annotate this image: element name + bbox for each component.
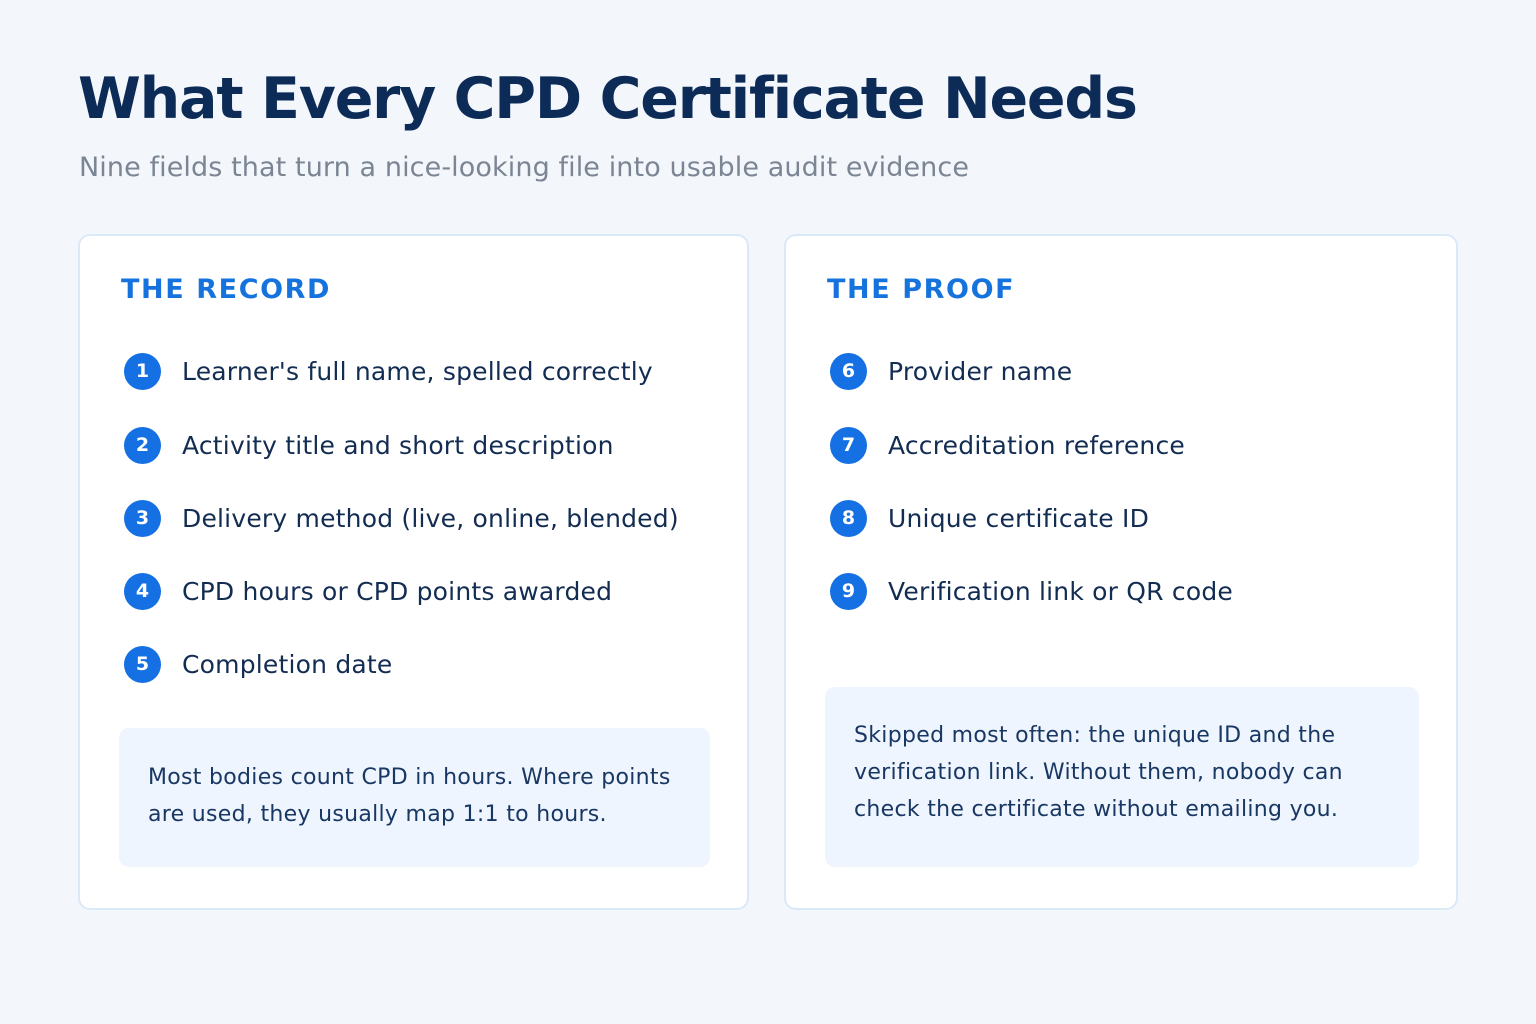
page-title: What Every CPD Certificate Needs — [78, 66, 1138, 132]
proof-item-7: 7 Accreditation reference — [830, 426, 1185, 464]
proof-item-8: 8 Unique certificate ID — [830, 499, 1149, 537]
number-badge-8: 8 — [830, 499, 867, 537]
proof-item-label: Unique certificate ID — [888, 503, 1150, 533]
record-item-label: CPD hours or CPD points awarded — [182, 576, 613, 606]
proof-item-6: 6 Provider name — [830, 352, 1072, 390]
proof-item-9: 9 Verification link or QR code — [830, 572, 1233, 610]
proof-item-label: Provider name — [888, 356, 1073, 386]
record-item-label: Learner's full name, spelled correctly — [182, 356, 653, 386]
record-note: Most bodies count CPD in hours. Where po… — [119, 728, 710, 867]
record-item-3: 3 Delivery method (live, online, blended… — [124, 499, 679, 537]
number-badge-4: 4 — [124, 572, 161, 610]
number-badge-2: 2 — [124, 426, 161, 464]
record-item-label: Completion date — [182, 649, 393, 679]
number-badge-1: 1 — [124, 352, 161, 390]
number-badge-7: 7 — [830, 426, 867, 464]
record-item-label: Activity title and short description — [182, 430, 614, 460]
record-card-heading: THE RECORD — [121, 274, 332, 305]
proof-note: Skipped most often: the unique ID and th… — [825, 687, 1419, 867]
proof-card-heading: THE PROOF — [827, 274, 1016, 305]
record-item-label: Delivery method (live, online, blended) — [182, 503, 679, 533]
proof-item-label: Accreditation reference — [888, 430, 1186, 460]
number-badge-9: 9 — [830, 572, 867, 610]
proof-item-label: Verification link or QR code — [888, 576, 1233, 606]
record-item-1: 1 Learner's full name, spelled correctly — [124, 352, 653, 390]
record-card: THE RECORD 1 Learner's full name, spelle… — [78, 234, 749, 910]
proof-card: THE PROOF 6 Provider name 7 Accreditatio… — [784, 234, 1458, 910]
page-subtitle: Nine fields that turn a nice-looking fil… — [79, 152, 970, 183]
number-badge-6: 6 — [830, 352, 867, 390]
number-badge-3: 3 — [124, 499, 161, 537]
number-badge-5: 5 — [124, 645, 161, 683]
record-item-4: 4 CPD hours or CPD points awarded — [124, 572, 612, 610]
record-item-5: 5 Completion date — [124, 645, 393, 683]
record-item-2: 2 Activity title and short description — [124, 426, 614, 464]
